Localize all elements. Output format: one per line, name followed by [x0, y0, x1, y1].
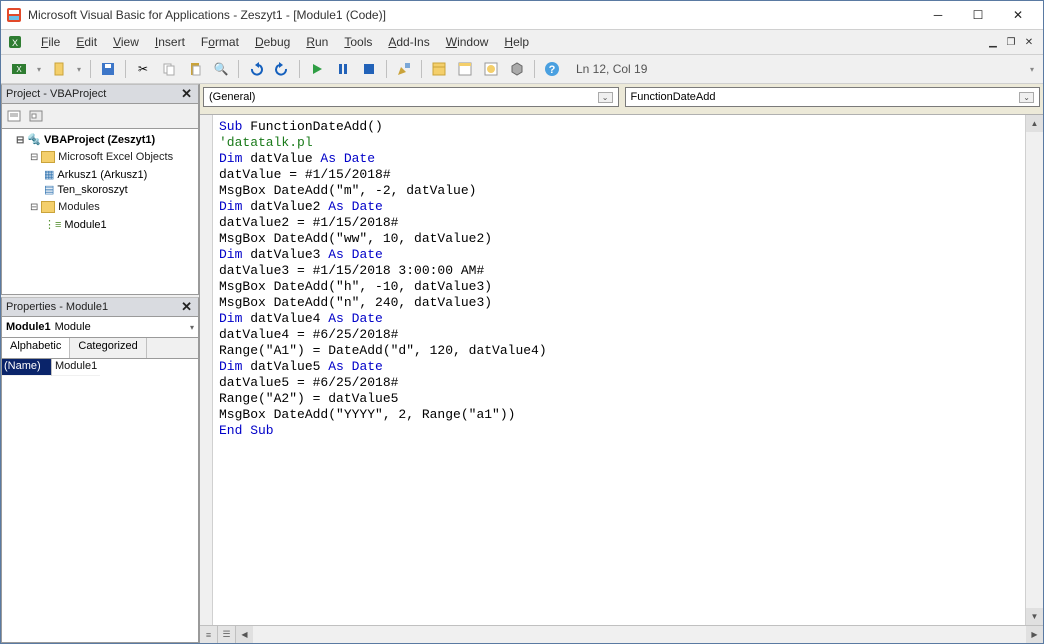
code-margin[interactable] — [200, 115, 213, 625]
chevron-down-icon[interactable]: ⌄ — [1019, 92, 1034, 103]
toolbar-overflow[interactable]: ▾ — [1027, 58, 1037, 80]
chevron-down-icon[interactable]: ⌄ — [598, 92, 613, 103]
project-panel-title-text: Project - VBAProject — [6, 88, 106, 100]
horizontal-scrollbar[interactable]: ◀ ▶ — [236, 626, 1043, 643]
scroll-down-icon[interactable]: ▼ — [1026, 608, 1043, 625]
tab-categorized[interactable]: Categorized — [70, 338, 146, 358]
menu-window[interactable]: Window — [438, 33, 497, 51]
insert-module-button[interactable] — [47, 57, 71, 81]
save-button[interactable] — [96, 57, 120, 81]
break-button[interactable] — [331, 57, 355, 81]
properties-panel: Properties - Module1 ✕ Module1 Module ▾ … — [1, 297, 199, 643]
tree-item-module1[interactable]: ⋮≡Module1 — [44, 217, 198, 232]
properties-tabs: Alphabetic Categorized — [1, 338, 199, 359]
menu-edit[interactable]: Edit — [68, 33, 105, 51]
standard-toolbar: X ▾ ▾ ✂ 🔍 ? Ln 12, Col 19 ▾ — [1, 55, 1043, 84]
menu-tools[interactable]: Tools — [336, 33, 380, 51]
svg-text:?: ? — [549, 64, 556, 76]
cut-button[interactable]: ✂ — [131, 57, 155, 81]
tree-folder-excel-objects[interactable]: Microsoft Excel Objects — [30, 150, 198, 164]
properties-object-type: Module — [55, 321, 91, 333]
left-dock: Project - VBAProject ✕ 🔩 VBAProject (Zes… — [1, 84, 199, 643]
properties-object-combo[interactable]: Module1 Module ▾ — [1, 317, 199, 338]
view-excel-dropdown[interactable]: ▾ — [33, 65, 45, 74]
properties-panel-title[interactable]: Properties - Module1 ✕ — [1, 297, 199, 317]
object-combo[interactable]: (General) ⌄ — [203, 87, 619, 107]
properties-window-button[interactable] — [453, 57, 477, 81]
app-window: Microsoft Visual Basic for Applications … — [0, 0, 1044, 644]
view-object-button[interactable] — [26, 106, 46, 126]
undo-button[interactable] — [244, 57, 268, 81]
procedure-combo[interactable]: FunctionDateAdd ⌄ — [625, 87, 1041, 107]
vertical-scrollbar[interactable]: ▲ ▼ — [1025, 115, 1043, 625]
copy-button[interactable] — [157, 57, 181, 81]
tree-item-workbook[interactable]: ▤Ten_skoroszyt — [44, 182, 198, 197]
code-editor[interactable]: Sub FunctionDateAdd()'datatalk.plDim dat… — [213, 115, 1025, 625]
code-object-bar: (General) ⌄ FunctionDateAdd ⌄ — [200, 84, 1043, 115]
menu-addins[interactable]: Add-Ins — [380, 33, 437, 51]
properties-panel-title-text: Properties - Module1 — [6, 301, 108, 313]
vba-app-icon — [6, 7, 22, 23]
menu-format[interactable]: Format — [193, 33, 247, 51]
find-button[interactable]: 🔍 — [209, 57, 233, 81]
maximize-button[interactable]: ☐ — [958, 4, 998, 26]
tab-alphabetic[interactable]: Alphabetic — [2, 338, 70, 358]
insert-module-dropdown[interactable]: ▾ — [73, 65, 85, 74]
properties-grid[interactable]: (Name) Module1 — [1, 359, 199, 643]
excel-doc-icon[interactable]: X — [7, 34, 23, 50]
properties-object-name: Module1 — [6, 321, 51, 333]
object-combo-value: (General) — [209, 91, 255, 103]
tree-folder-modules[interactable]: Modules — [30, 200, 198, 214]
mdi-minimize-button[interactable]: ▁ — [985, 34, 1001, 50]
procedure-combo-value: FunctionDateAdd — [631, 91, 716, 103]
toggle-folders-button[interactable] — [48, 106, 68, 126]
menu-bar: X File Edit View Insert Format Debug Run… — [1, 30, 1043, 55]
tree-root[interactable]: 🔩 VBAProject (Zeszyt1) — [16, 132, 198, 147]
project-panel-toolbar — [1, 104, 199, 129]
cursor-position-status: Ln 12, Col 19 — [576, 62, 647, 76]
view-code-button[interactable] — [4, 106, 24, 126]
scroll-up-icon[interactable]: ▲ — [1026, 115, 1043, 132]
object-browser-button[interactable] — [479, 57, 503, 81]
view-excel-button[interactable]: X — [7, 57, 31, 81]
title-bar[interactable]: Microsoft Visual Basic for Applications … — [1, 1, 1043, 30]
tree-item-sheet[interactable]: ▦Arkusz1 (Arkusz1) — [44, 167, 198, 182]
help-button[interactable]: ? — [540, 57, 564, 81]
minimize-button[interactable]: ─ — [918, 4, 958, 26]
menu-debug[interactable]: Debug — [247, 33, 298, 51]
scroll-track[interactable] — [253, 626, 1026, 643]
properties-panel-close-icon[interactable]: ✕ — [179, 299, 194, 315]
redo-button[interactable] — [270, 57, 294, 81]
close-button[interactable]: ✕ — [998, 4, 1038, 26]
scroll-right-icon[interactable]: ▶ — [1026, 626, 1043, 643]
mdi-close-button[interactable]: ✕ — [1021, 34, 1037, 50]
svg-text:X: X — [16, 65, 22, 74]
full-module-view-button[interactable]: ☰ — [218, 626, 236, 643]
chevron-down-icon: ▾ — [190, 323, 194, 332]
project-explorer-button[interactable] — [427, 57, 451, 81]
project-tree[interactable]: 🔩 VBAProject (Zeszyt1) Microsoft Excel O… — [1, 129, 199, 295]
toolbox-button[interactable] — [505, 57, 529, 81]
property-value[interactable]: Module1 — [52, 359, 100, 376]
code-window: (General) ⌄ FunctionDateAdd ⌄ Sub Functi… — [199, 84, 1043, 643]
menu-insert[interactable]: Insert — [147, 33, 193, 51]
menu-run[interactable]: Run — [298, 33, 336, 51]
run-button[interactable] — [305, 57, 329, 81]
paste-button[interactable] — [183, 57, 207, 81]
menu-view[interactable]: View — [105, 33, 147, 51]
procedure-view-button[interactable]: ≡ — [200, 626, 218, 643]
property-key: (Name) — [2, 359, 52, 376]
code-footer: ≡ ☰ ◀ ▶ — [200, 625, 1043, 643]
reset-button[interactable] — [357, 57, 381, 81]
design-mode-button[interactable] — [392, 57, 416, 81]
svg-text:X: X — [12, 38, 18, 48]
menu-file[interactable]: File — [33, 33, 68, 51]
project-panel-title[interactable]: Project - VBAProject ✕ — [1, 84, 199, 104]
menu-help[interactable]: Help — [496, 33, 537, 51]
property-row[interactable]: (Name) Module1 — [2, 359, 198, 376]
scroll-left-icon[interactable]: ◀ — [236, 626, 253, 643]
window-title: Microsoft Visual Basic for Applications … — [28, 8, 918, 22]
mdi-restore-button[interactable]: ❐ — [1003, 34, 1019, 50]
project-panel-close-icon[interactable]: ✕ — [179, 86, 194, 102]
